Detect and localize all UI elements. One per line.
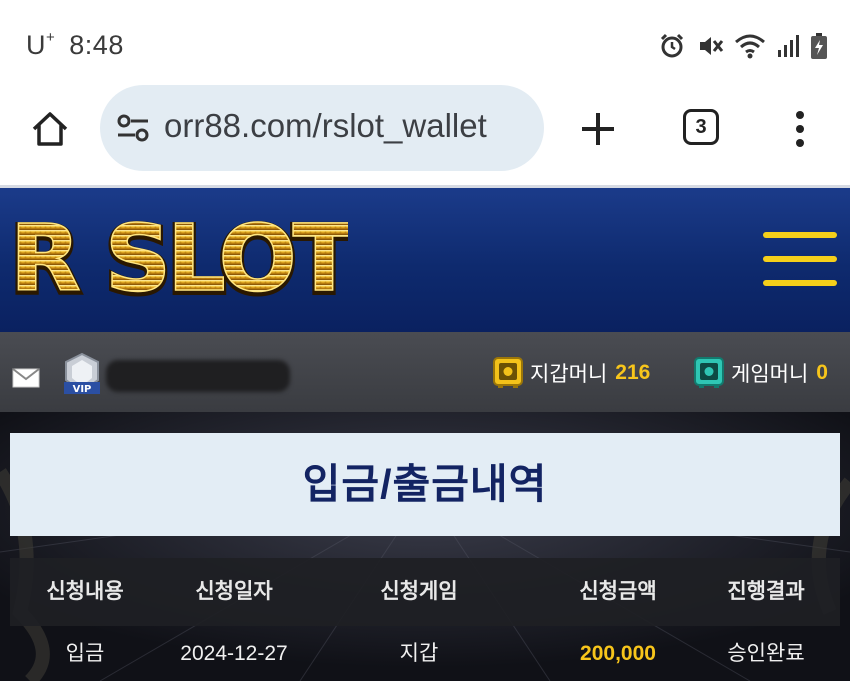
new-tab-icon[interactable] (578, 107, 618, 151)
alarm-icon (660, 33, 684, 58)
home-icon[interactable] (28, 107, 72, 151)
page-title-box: 입금/출금내역 (10, 433, 840, 536)
url-text[interactable]: orr88.com/rslot_wallet (164, 107, 487, 145)
wallet-money-label: 지갑머니 (530, 363, 608, 386)
site-logo[interactable]: R SLOT R SLOT (8, 210, 348, 310)
column-header-date: 신청일자 (195, 580, 273, 603)
table-header: 신청내용 신청일자 신청게임 신청금액 진행결과 (10, 558, 840, 626)
mail-icon[interactable] (12, 368, 40, 388)
wallet-safe-icon (493, 357, 523, 388)
wallet-money: 지갑머니 216 (493, 356, 650, 390)
page-title: 입금/출금내역 (302, 461, 548, 507)
cell-status: 승인완료 (727, 642, 805, 665)
battery-icon (811, 33, 827, 59)
site-header: R SLOT R SLOT (0, 185, 850, 332)
carrier-name: U (26, 30, 46, 60)
game-safe-icon (694, 357, 724, 388)
tab-switcher-button[interactable]: 3 (683, 109, 719, 145)
redacted-username (106, 360, 290, 392)
svg-text:R SLOT: R SLOT (10, 210, 348, 310)
carrier-plus: + (46, 29, 56, 46)
carrier-time: U+ 8:48 (26, 29, 124, 61)
column-header-status: 진행결과 (727, 580, 805, 603)
clock: 8:48 (69, 30, 124, 60)
wifi-icon (735, 34, 765, 59)
column-header-game: 신청게임 (380, 580, 458, 603)
browser-toolbar: orr88.com/rslot_wallet 3 (0, 85, 850, 185)
status-icons (658, 30, 828, 62)
cell-amount: 200,000 (580, 642, 656, 665)
main-content: 입금/출금내역 신청내용 신청일자 신청게임 신청금액 진행결과 입금 2024… (0, 412, 850, 681)
hamburger-menu-icon[interactable] (763, 232, 837, 290)
status-bar: U+ 8:48 (0, 0, 850, 90)
username (106, 360, 290, 392)
mute-icon (700, 37, 724, 55)
game-money-label: 게임머니 (731, 363, 809, 386)
column-header-amount: 신청금액 (579, 580, 657, 603)
cell-date: 2024-12-27 (180, 642, 288, 665)
more-menu-icon[interactable] (788, 107, 812, 151)
column-header-type: 신청내용 (46, 580, 124, 603)
address-bar[interactable]: orr88.com/rslot_wallet (100, 85, 544, 171)
cell-type: 입금 (65, 642, 105, 665)
game-money: 게임머니 0 (694, 356, 828, 390)
vip-badge-icon: VIP (64, 352, 100, 395)
cell-game: 지갑 (399, 642, 439, 665)
wallet-money-value: 216 (615, 361, 651, 384)
table-row[interactable]: 입금 2024-12-27 지갑 200,000 승인완료 (10, 626, 840, 681)
user-info-bar: VIP 지갑머니 216 게임머니 0 (0, 332, 850, 412)
site-settings-icon[interactable] (116, 113, 150, 143)
vip-badge-text: VIP (73, 384, 92, 395)
game-money-value: 0 (816, 361, 828, 384)
signal-icon (778, 35, 799, 57)
